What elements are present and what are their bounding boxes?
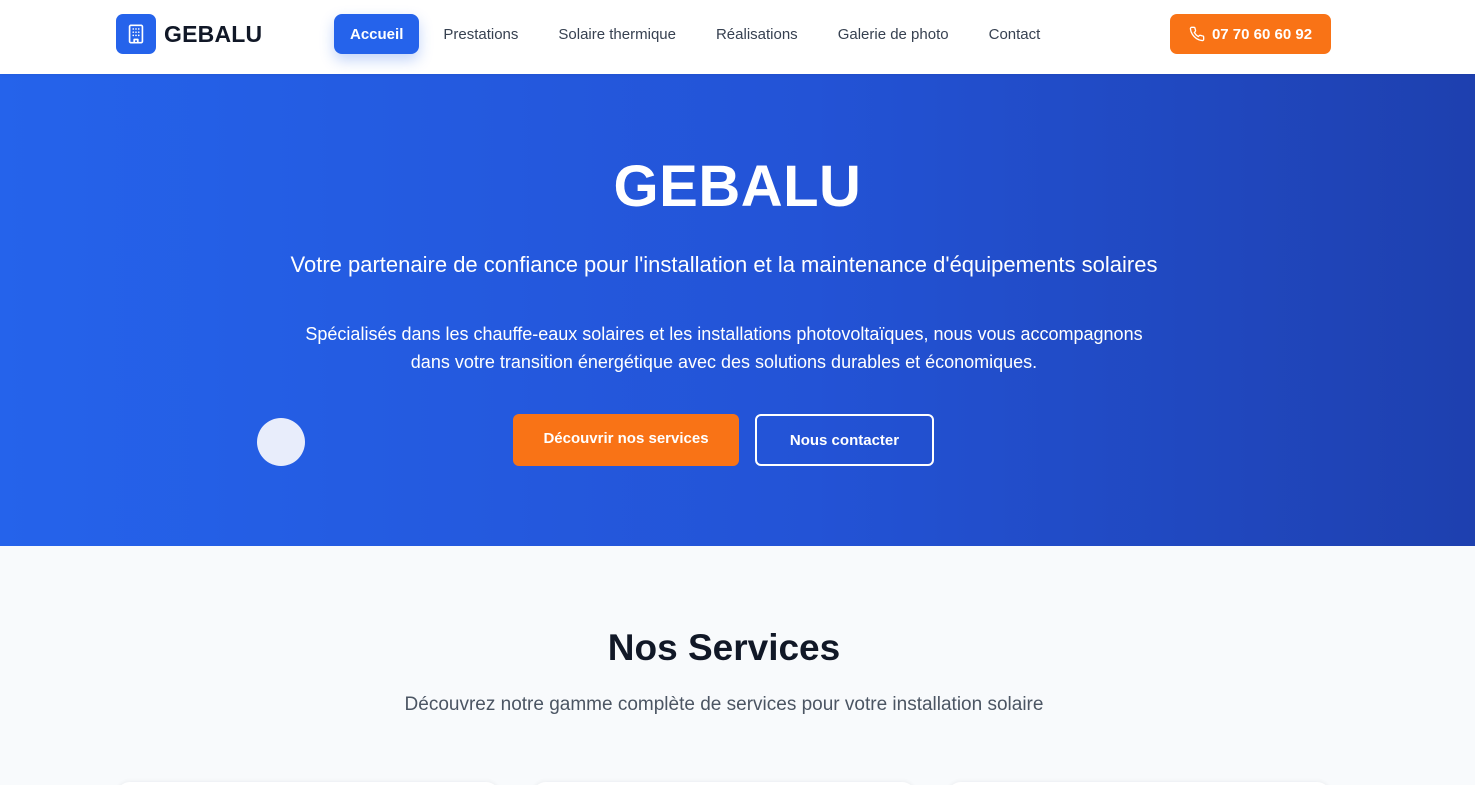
discover-services-button[interactable]: Découvrir nos services [513, 414, 739, 466]
hero-title: GEBALU [613, 154, 862, 219]
hero-subtitle: Votre partenaire de confiance pour l'ins… [290, 252, 1158, 277]
services-subtitle: Découvrez notre gamme complète de servic… [404, 694, 1044, 715]
site-header: GEBALU Accueil Prestations Solaire therm… [0, 0, 1475, 74]
contact-us-button[interactable]: Nous contacter [755, 414, 934, 466]
brand-link[interactable]: GEBALU [116, 14, 262, 54]
nav-item-prestations[interactable]: Prestations [427, 14, 534, 54]
nav-item-solaire-thermique[interactable]: Solaire thermique [542, 14, 692, 54]
building-icon [116, 14, 156, 54]
hero-description: Spécialisés dans les chauffe-eaux solair… [305, 324, 1143, 372]
nav-item-galerie-de-photo[interactable]: Galerie de photo [822, 14, 965, 54]
nav-item-accueil[interactable]: Accueil [334, 14, 420, 54]
phone-button[interactable]: 07 70 60 60 92 [1170, 14, 1331, 54]
main-nav: Accueil Prestations Solaire thermique Ré… [334, 14, 1056, 54]
services-section: Nos Services Découvrez notre gamme compl… [0, 546, 1475, 785]
phone-icon [1189, 26, 1205, 42]
nav-item-contact[interactable]: Contact [973, 14, 1057, 54]
page: GEBALU Accueil Prestations Solaire therm… [0, 0, 1475, 785]
services-title: Nos Services [607, 627, 841, 668]
hero-section: GEBALU Votre partenaire de confiance pou… [0, 74, 1475, 546]
nav-item-realisations[interactable]: Réalisations [700, 14, 814, 54]
decorative-circle [257, 418, 305, 466]
phone-number: 07 70 60 60 92 [1211, 25, 1313, 43]
brand-name: GEBALU [164, 20, 263, 47]
